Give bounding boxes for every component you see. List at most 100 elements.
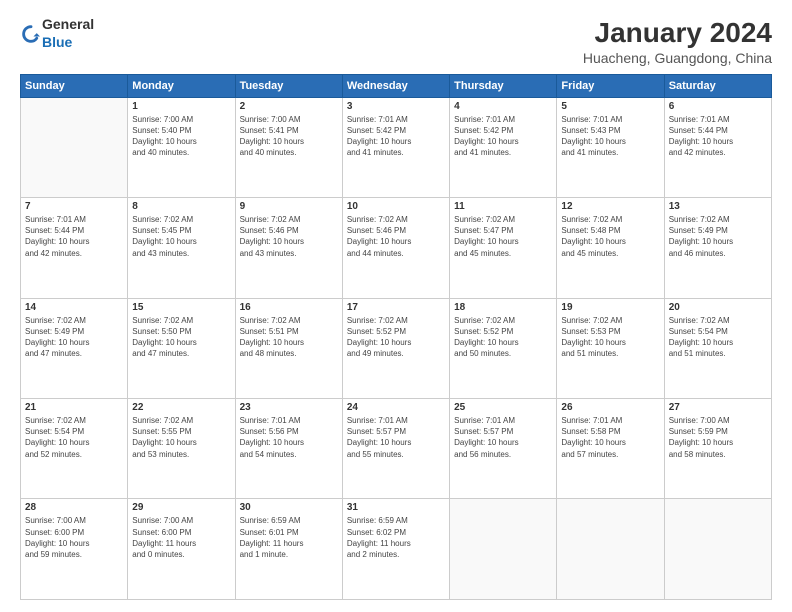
calendar-cell: 6 Sunrise: 7:01 AM Sunset: 5:44 PM Daylig… (664, 97, 771, 197)
calendar-week-row: 14 Sunrise: 7:02 AM Sunset: 5:49 PM Dayli… (21, 298, 772, 398)
day-info: Sunrise: 7:02 AM Sunset: 5:54 PM Dayligh… (669, 315, 767, 360)
calendar-cell: 25Sunrise: 7:01 AM Sunset: 5:57 PM Dayli… (450, 399, 557, 499)
day-info: Sunrise: 7:02 AM Sunset: 5:46 PM Dayligh… (347, 214, 445, 259)
day-info: Sunrise: 7:00 AM Sunset: 6:00 PM Dayligh… (25, 515, 123, 560)
day-number: 27 (669, 402, 767, 413)
day-number: 18 (454, 302, 552, 313)
calendar-week-row: 7 Sunrise: 7:01 AM Sunset: 5:44 PM Daylig… (21, 198, 772, 298)
day-number: 14 (25, 302, 123, 313)
calendar-cell (557, 499, 664, 600)
calendar-week-row: 21Sunrise: 7:02 AM Sunset: 5:54 PM Dayli… (21, 399, 772, 499)
calendar-table: SundayMondayTuesdayWednesdayThursdayFrid… (20, 74, 772, 600)
day-number: 16 (240, 302, 338, 313)
calendar-cell: 9 Sunrise: 7:02 AM Sunset: 5:46 PM Daylig… (235, 198, 342, 298)
day-info: Sunrise: 7:02 AM Sunset: 5:52 PM Dayligh… (347, 315, 445, 360)
calendar-cell: 15Sunrise: 7:02 AM Sunset: 5:50 PM Dayli… (128, 298, 235, 398)
calendar-cell: 30 Sunrise: 6:59 AM Sunset: 6:01 PM Dayli… (235, 499, 342, 600)
calendar-cell: 7 Sunrise: 7:01 AM Sunset: 5:44 PM Daylig… (21, 198, 128, 298)
day-info: Sunrise: 6:59 AM Sunset: 6:01 PM Dayligh… (240, 515, 338, 560)
day-info: Sunrise: 7:02 AM Sunset: 5:46 PM Dayligh… (240, 214, 338, 259)
day-number: 23 (240, 402, 338, 413)
weekday-header: Friday (557, 74, 664, 97)
weekday-header: Thursday (450, 74, 557, 97)
calendar-cell: 11 Sunrise: 7:02 AM Sunset: 5:47 PM Dayli… (450, 198, 557, 298)
calendar-cell: 5 Sunrise: 7:01 AM Sunset: 5:43 PM Daylig… (557, 97, 664, 197)
weekday-header: Tuesday (235, 74, 342, 97)
calendar-cell: 1 Sunrise: 7:00 AM Sunset: 5:40 PM Daylig… (128, 97, 235, 197)
day-number: 13 (669, 201, 767, 212)
calendar-cell: 8 Sunrise: 7:02 AM Sunset: 5:45 PM Daylig… (128, 198, 235, 298)
calendar-cell: 3 Sunrise: 7:01 AM Sunset: 5:42 PM Daylig… (342, 97, 449, 197)
calendar-cell: 18 Sunrise: 7:02 AM Sunset: 5:52 PM Dayli… (450, 298, 557, 398)
calendar-cell: 22Sunrise: 7:02 AM Sunset: 5:55 PM Dayli… (128, 399, 235, 499)
calendar-header-row: SundayMondayTuesdayWednesdayThursdayFrid… (21, 74, 772, 97)
logo-text-general: General (42, 16, 94, 32)
day-info: Sunrise: 7:01 AM Sunset: 5:57 PM Dayligh… (454, 415, 552, 460)
day-info: Sunrise: 7:02 AM Sunset: 5:45 PM Dayligh… (132, 214, 230, 259)
day-info: Sunrise: 7:02 AM Sunset: 5:51 PM Dayligh… (240, 315, 338, 360)
day-number: 5 (561, 101, 659, 112)
day-info: Sunrise: 7:02 AM Sunset: 5:54 PM Dayligh… (25, 415, 123, 460)
day-info: Sunrise: 7:02 AM Sunset: 5:49 PM Dayligh… (669, 214, 767, 259)
calendar-cell: 28 Sunrise: 7:00 AM Sunset: 6:00 PM Dayli… (21, 499, 128, 600)
logo: General Blue (20, 16, 94, 52)
day-number: 31 (347, 502, 445, 513)
calendar-cell: 4 Sunrise: 7:01 AM Sunset: 5:42 PM Daylig… (450, 97, 557, 197)
calendar-cell: 24Sunrise: 7:01 AM Sunset: 5:57 PM Dayli… (342, 399, 449, 499)
day-number: 22 (132, 402, 230, 413)
calendar-cell: 20 Sunrise: 7:02 AM Sunset: 5:54 PM Dayli… (664, 298, 771, 398)
calendar-cell: 27Sunrise: 7:00 AM Sunset: 5:59 PM Dayli… (664, 399, 771, 499)
day-number: 8 (132, 201, 230, 212)
day-number: 30 (240, 502, 338, 513)
main-title: January 2024 (583, 16, 772, 50)
day-number: 20 (669, 302, 767, 313)
day-info: Sunrise: 7:02 AM Sunset: 5:52 PM Dayligh… (454, 315, 552, 360)
day-info: Sunrise: 7:01 AM Sunset: 5:42 PM Dayligh… (454, 114, 552, 159)
calendar-cell: 29 Sunrise: 7:00 AM Sunset: 6:00 PM Dayli… (128, 499, 235, 600)
day-info: Sunrise: 7:01 AM Sunset: 5:43 PM Dayligh… (561, 114, 659, 159)
day-info: Sunrise: 7:01 AM Sunset: 5:44 PM Dayligh… (25, 214, 123, 259)
day-info: Sunrise: 7:02 AM Sunset: 5:48 PM Dayligh… (561, 214, 659, 259)
calendar-cell: 12Sunrise: 7:02 AM Sunset: 5:48 PM Dayli… (557, 198, 664, 298)
day-info: Sunrise: 7:01 AM Sunset: 5:42 PM Dayligh… (347, 114, 445, 159)
day-number: 2 (240, 101, 338, 112)
day-number: 19 (561, 302, 659, 313)
day-info: Sunrise: 7:02 AM Sunset: 5:47 PM Dayligh… (454, 214, 552, 259)
day-number: 3 (347, 101, 445, 112)
day-number: 28 (25, 502, 123, 513)
day-number: 4 (454, 101, 552, 112)
subtitle: Huacheng, Guangdong, China (583, 50, 772, 66)
calendar-cell (450, 499, 557, 600)
day-number: 7 (25, 201, 123, 212)
day-info: Sunrise: 7:00 AM Sunset: 6:00 PM Dayligh… (132, 515, 230, 560)
calendar-cell: 14 Sunrise: 7:02 AM Sunset: 5:49 PM Dayli… (21, 298, 128, 398)
day-number: 6 (669, 101, 767, 112)
calendar-cell: 2 Sunrise: 7:00 AM Sunset: 5:41 PM Daylig… (235, 97, 342, 197)
weekday-header: Wednesday (342, 74, 449, 97)
day-number: 1 (132, 101, 230, 112)
calendar-cell: 21Sunrise: 7:02 AM Sunset: 5:54 PM Dayli… (21, 399, 128, 499)
day-number: 29 (132, 502, 230, 513)
calendar-cell: 10Sunrise: 7:02 AM Sunset: 5:46 PM Dayli… (342, 198, 449, 298)
weekday-header: Monday (128, 74, 235, 97)
day-number: 26 (561, 402, 659, 413)
day-number: 9 (240, 201, 338, 212)
day-info: Sunrise: 7:01 AM Sunset: 5:44 PM Dayligh… (669, 114, 767, 159)
day-number: 11 (454, 201, 552, 212)
day-info: Sunrise: 7:00 AM Sunset: 5:40 PM Dayligh… (132, 114, 230, 159)
calendar-cell: 17 Sunrise: 7:02 AM Sunset: 5:52 PM Dayli… (342, 298, 449, 398)
calendar-cell: 31Sunrise: 6:59 AM Sunset: 6:02 PM Dayli… (342, 499, 449, 600)
day-info: Sunrise: 7:02 AM Sunset: 5:49 PM Dayligh… (25, 315, 123, 360)
calendar-cell: 13 Sunrise: 7:02 AM Sunset: 5:49 PM Dayli… (664, 198, 771, 298)
page: General Blue January 2024 Huacheng, Guan… (0, 0, 792, 612)
calendar-cell: 16 Sunrise: 7:02 AM Sunset: 5:51 PM Dayli… (235, 298, 342, 398)
day-info: Sunrise: 7:00 AM Sunset: 5:41 PM Dayligh… (240, 114, 338, 159)
calendar-cell: 23 Sunrise: 7:01 AM Sunset: 5:56 PM Dayli… (235, 399, 342, 499)
calendar-week-row: 1 Sunrise: 7:00 AM Sunset: 5:40 PM Daylig… (21, 97, 772, 197)
weekday-header: Sunday (21, 74, 128, 97)
day-number: 17 (347, 302, 445, 313)
calendar-cell (21, 97, 128, 197)
logo-icon (22, 25, 40, 43)
day-info: Sunrise: 7:01 AM Sunset: 5:56 PM Dayligh… (240, 415, 338, 460)
weekday-header: Saturday (664, 74, 771, 97)
